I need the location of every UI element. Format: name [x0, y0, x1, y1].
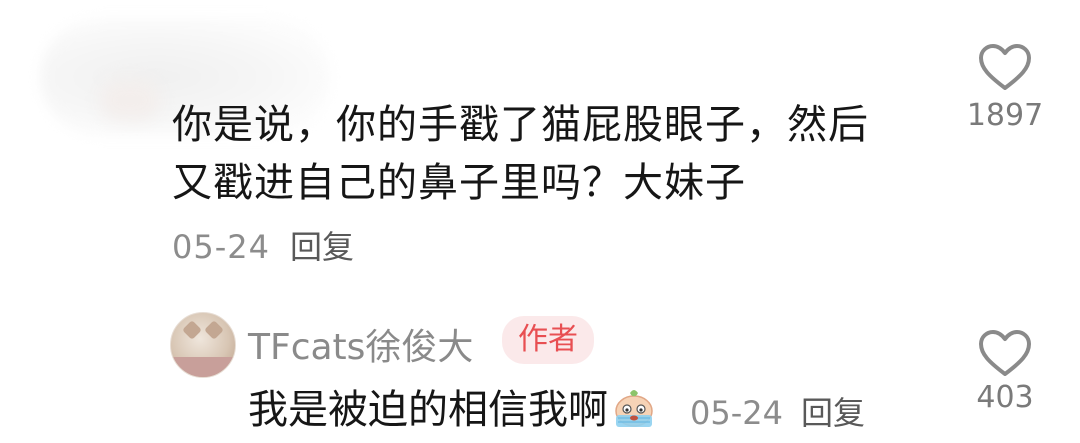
blurred-avatar	[100, 80, 160, 120]
reply-reply-button[interactable]: 回复	[801, 394, 865, 432]
reply-username[interactable]: TFcats徐俊大	[248, 318, 473, 370]
author-badge: 作者	[502, 316, 594, 364]
comment-text-line-1: 你是说，你的手戳了猫屁股眼子，然后	[172, 102, 869, 148]
reply-meta: 05-24 回复	[690, 388, 865, 434]
like-count: 1897	[966, 98, 1044, 133]
avatar[interactable]	[170, 312, 236, 378]
like-button[interactable]: 1897	[960, 42, 1050, 133]
reply-text: 我是被迫的相信我啊	[248, 384, 656, 442]
comment-text: 你是说，你的手戳了猫屁股眼子，然后 又戳进自己的鼻子里吗？大妹子	[172, 96, 932, 212]
comment-text-line-2: 又戳进自己的鼻子里吗？大妹子	[172, 160, 746, 206]
heart-outline-icon[interactable]	[977, 328, 1033, 378]
reply-like-button[interactable]: 403	[960, 328, 1050, 415]
comment-meta: 05-24 回复	[172, 222, 354, 268]
crying-face-emoji-icon	[612, 385, 656, 442]
reply-button[interactable]: 回复	[290, 228, 354, 266]
heart-outline-icon[interactable]	[977, 42, 1033, 92]
reply-date: 05-24	[690, 394, 783, 432]
reply-text-content: 我是被迫的相信我啊	[248, 387, 608, 433]
reply-like-count: 403	[976, 380, 1034, 415]
comment-date: 05-24	[172, 228, 270, 266]
